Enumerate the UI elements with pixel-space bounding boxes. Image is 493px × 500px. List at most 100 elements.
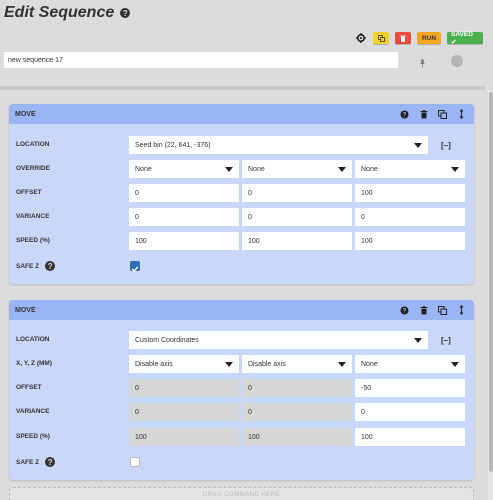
drag-handle-icon[interactable] <box>457 305 466 315</box>
offset-x-input[interactable]: 0 <box>129 184 239 202</box>
sequence-name-input[interactable] <box>4 52 398 68</box>
override-y-value: None <box>248 165 265 173</box>
svg-text:?: ? <box>403 112 407 118</box>
copy-icon <box>377 34 385 42</box>
axis-x-value: Disable axis <box>135 360 173 368</box>
variance-z-input[interactable]: 0 <box>355 208 465 226</box>
location-dropdown[interactable]: Custom Coordinates <box>129 331 428 349</box>
step-title: MOVE <box>15 110 36 118</box>
location-dropdown[interactable]: Seed bin (22, 641, -376) <box>129 136 428 154</box>
variance-row: VARIANCE 0 0 0 <box>9 208 474 226</box>
offset-x-input[interactable]: 0 <box>129 379 239 397</box>
axis-y-value: Disable axis <box>248 360 286 368</box>
override-label: OVERRIDE <box>16 165 50 172</box>
offset-y-input[interactable]: 0 <box>242 184 352 202</box>
safe-z-row: SAFE Z ? <box>9 452 474 470</box>
variance-x-input[interactable]: 0 <box>129 403 239 421</box>
override-y-dropdown[interactable]: None <box>242 160 352 178</box>
trash-icon[interactable] <box>419 109 428 119</box>
chevron-down-icon <box>338 167 346 172</box>
sequence-color-picker[interactable] <box>451 55 463 67</box>
coordinates-label: X, Y, Z (MM) <box>16 360 52 367</box>
axis-z-dropdown[interactable]: None <box>355 355 465 373</box>
bounds-icon[interactable]: [–] <box>441 141 451 150</box>
help-icon[interactable]: ? <box>45 261 56 271</box>
offset-row: OFFSET 0 0 -50 <box>9 379 474 397</box>
variance-x-input[interactable]: 0 <box>129 208 239 226</box>
move-step-2: MOVE ? LOCATION Custom Coordinates [–] X… <box>9 300 474 480</box>
offset-label: OFFSET <box>16 189 42 196</box>
override-row: OVERRIDE None None None <box>9 160 474 178</box>
override-z-dropdown[interactable]: None <box>355 160 465 178</box>
speed-z-input[interactable]: 100 <box>355 428 465 446</box>
trash-icon <box>400 35 406 42</box>
scrollbar-thumb[interactable] <box>489 92 493 472</box>
speed-row: SPEED (%) 100 100 100 <box>9 232 474 250</box>
bounds-icon[interactable]: [–] <box>441 336 451 345</box>
header-divider <box>0 86 485 90</box>
offset-row: OFFSET 0 0 100 <box>9 184 474 202</box>
run-button[interactable]: RUN <box>417 32 441 44</box>
variance-label: VARIANCE <box>16 213 50 220</box>
safe-z-label: SAFE Z ? <box>16 261 56 271</box>
step-header: MOVE ? <box>9 300 474 320</box>
safe-z-checkbox[interactable] <box>130 457 140 467</box>
location-value: Custom Coordinates <box>135 336 199 344</box>
page-title: Edit Sequence ? <box>4 4 131 22</box>
move-step-1: MOVE ? LOCATION Seed bin (22, 641, -376)… <box>9 104 474 284</box>
chevron-down-icon <box>338 362 346 367</box>
variance-y-input[interactable]: 0 <box>242 208 352 226</box>
svg-text:?: ? <box>403 308 407 314</box>
override-x-dropdown[interactable]: None <box>129 160 239 178</box>
speed-x-input[interactable]: 100 <box>129 232 239 250</box>
copy-sequence-button[interactable] <box>373 32 389 44</box>
variance-label: VARIANCE <box>16 408 50 415</box>
variance-z-input[interactable]: 0 <box>355 403 465 421</box>
chevron-down-icon <box>451 167 459 172</box>
duplicate-icon[interactable] <box>438 305 447 315</box>
speed-y-input[interactable]: 100 <box>242 428 352 446</box>
sequence-toolbar: RUN SAVED ✔ <box>355 31 483 46</box>
location-label: LOCATION <box>16 336 50 343</box>
pin-icon[interactable] <box>418 55 427 73</box>
drag-handle-icon[interactable] <box>457 109 466 119</box>
speed-label: SPEED (%) <box>16 433 50 440</box>
offset-label: OFFSET <box>16 384 42 391</box>
step-header: MOVE ? <box>9 104 474 124</box>
checkmark-icon <box>131 266 139 273</box>
axis-y-dropdown[interactable]: Disable axis <box>242 355 352 373</box>
safe-z-label-text: SAFE Z <box>16 262 40 270</box>
duplicate-icon[interactable] <box>438 109 447 119</box>
chevron-down-icon <box>414 338 422 343</box>
chevron-down-icon <box>451 362 459 367</box>
trash-icon[interactable] <box>419 305 428 315</box>
safe-z-row: SAFE Z ? <box>9 256 474 274</box>
gear-icon[interactable] <box>355 32 367 44</box>
offset-z-input[interactable]: -50 <box>355 379 465 397</box>
help-icon[interactable]: ? <box>400 306 409 315</box>
delete-sequence-button[interactable] <box>395 32 411 44</box>
safe-z-label: SAFE Z ? <box>16 457 56 467</box>
speed-z-input[interactable]: 100 <box>355 232 465 250</box>
offset-y-input[interactable]: 0 <box>242 379 352 397</box>
page-title-text: Edit Sequence <box>4 4 115 21</box>
coordinates-row: X, Y, Z (MM) Disable axis Disable axis N… <box>9 355 474 373</box>
saved-button[interactable]: SAVED ✔ <box>447 31 483 46</box>
safe-z-label-text: SAFE Z <box>16 458 40 466</box>
help-icon[interactable]: ? <box>45 457 56 467</box>
offset-z-input[interactable]: 100 <box>355 184 465 202</box>
chevron-down-icon <box>225 362 233 367</box>
speed-x-input[interactable]: 100 <box>129 428 239 446</box>
location-value: Seed bin (22, 641, -376) <box>135 141 211 149</box>
speed-row: SPEED (%) 100 100 100 <box>9 428 474 446</box>
axis-x-dropdown[interactable]: Disable axis <box>129 355 239 373</box>
safe-z-checkbox[interactable] <box>130 261 140 273</box>
variance-y-input[interactable]: 0 <box>242 403 352 421</box>
speed-y-input[interactable]: 100 <box>242 232 352 250</box>
help-icon[interactable]: ? <box>400 110 409 119</box>
command-dropzone[interactable]: DRAG COMMAND HERE <box>9 487 474 500</box>
chevron-down-icon <box>225 167 233 172</box>
help-icon[interactable]: ? <box>120 8 131 18</box>
speed-label: SPEED (%) <box>16 237 50 244</box>
location-row: LOCATION Custom Coordinates [–] <box>9 331 474 349</box>
